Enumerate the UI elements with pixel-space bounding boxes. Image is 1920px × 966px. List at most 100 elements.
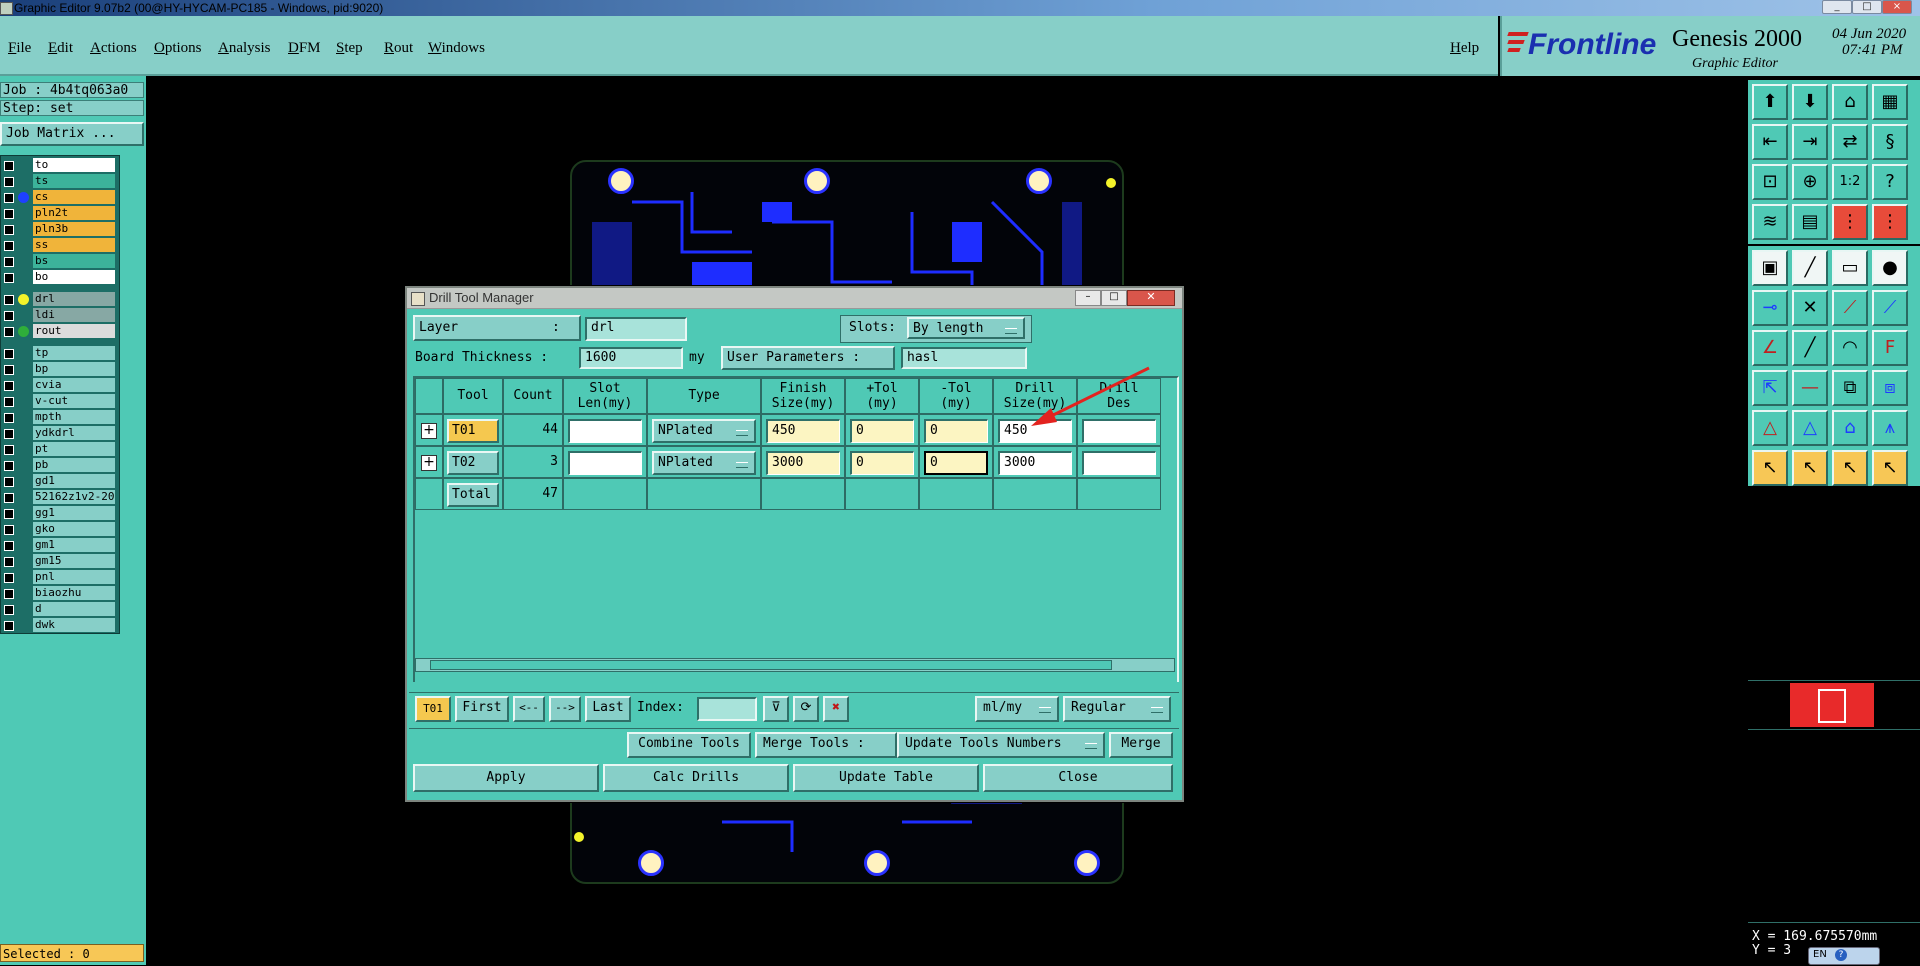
horizontal-scrollbar[interactable] [415, 658, 1175, 672]
expand-row-icon[interactable]: + [421, 423, 437, 439]
scale-1to2-icon[interactable]: 1:2 [1832, 164, 1868, 200]
layer-checkbox[interactable] [4, 273, 14, 283]
layer-row-52162z1v2-20[interactable]: 52162z1v2-20 [1, 490, 119, 505]
layer-checkbox[interactable] [4, 413, 14, 423]
layer-row-rout[interactable]: rout [1, 324, 119, 339]
draw-line-icon[interactable]: ╱ [1792, 250, 1828, 286]
update-tools-numbers-dropdown[interactable]: Update Tools Numbers [897, 732, 1105, 758]
layer-checkbox[interactable] [4, 381, 14, 391]
layer-row-gg1[interactable]: gg1 [1, 506, 119, 521]
snap-icon[interactable]: ⋮ [1832, 204, 1868, 240]
connect-icon[interactable]: ⊸ [1752, 290, 1788, 326]
record-icon[interactable]: ● [1872, 250, 1908, 286]
layer-row-pt[interactable]: pt [1, 442, 119, 457]
layer-row-ydkdrl[interactable]: ydkdrl [1, 426, 119, 441]
menu-actions[interactable]: Actions [90, 40, 137, 57]
calc-drills-button[interactable]: Calc Drills [603, 764, 789, 792]
layer-row-gm1[interactable]: gm1 [1, 538, 119, 553]
layer-row-pln2t[interactable]: pln2t [1, 206, 119, 221]
layers-icon[interactable]: ≋ [1752, 204, 1788, 240]
layer-row-bs[interactable]: bs [1, 254, 119, 269]
prev-button[interactable]: <-- [513, 696, 545, 722]
layer-checkbox[interactable] [4, 445, 14, 455]
slot-len-input[interactable] [568, 419, 642, 443]
layer-row-bo[interactable]: bo [1, 270, 119, 285]
finish-size-input[interactable]: 3000 [766, 451, 840, 475]
minimize-button[interactable]: _ [1822, 0, 1852, 14]
next-button[interactable]: --> [549, 696, 581, 722]
cross-icon[interactable]: ✕ [1792, 290, 1828, 326]
layer-checkbox[interactable] [4, 397, 14, 407]
layer-checkbox[interactable] [4, 557, 14, 567]
bridge-icon[interactable]: ⩚ [1872, 410, 1908, 446]
layer-row-v-cut[interactable]: v-cut [1, 394, 119, 409]
line-icon[interactable]: — [1792, 370, 1828, 406]
layer-row-gm15[interactable]: gm15 [1, 554, 119, 569]
layer-checkbox[interactable] [4, 605, 14, 615]
layer-row-biaozhu[interactable]: biaozhu [1, 586, 119, 601]
language-bar[interactable]: EN ? [1808, 947, 1880, 965]
grid-icon[interactable]: ▤ [1792, 204, 1828, 240]
menu-help[interactable]: Help [1450, 40, 1479, 57]
menu-dfm[interactable]: DFM [288, 40, 321, 57]
ime-help-icon[interactable]: ? [1835, 949, 1847, 961]
drill-des-input[interactable] [1082, 451, 1156, 475]
layer-row-drl[interactable]: drl [1, 292, 119, 307]
job-matrix-button[interactable]: Job Matrix ... [0, 122, 144, 146]
layer-row-ss[interactable]: ss [1, 238, 119, 253]
layer-checkbox[interactable] [4, 295, 14, 305]
user-parameters-button[interactable]: User Parameters : [721, 346, 895, 370]
expand-row-icon[interactable]: + [421, 455, 437, 471]
redraw-icon[interactable]: § [1872, 124, 1908, 160]
minus-tol-input[interactable]: 0 [924, 451, 988, 475]
slot-len-input[interactable] [568, 451, 642, 475]
layer-checkbox[interactable] [4, 365, 14, 375]
plus-tol-input[interactable]: 0 [850, 419, 914, 443]
layer-checkbox[interactable] [4, 589, 14, 599]
finish-size-input[interactable]: 450 [766, 419, 840, 443]
first-button[interactable]: First [455, 696, 509, 722]
layer-checkbox[interactable] [4, 225, 14, 235]
dialog-minimize-button[interactable]: – [1075, 290, 1101, 306]
menu-step[interactable]: Step [336, 40, 363, 57]
layer-checkbox[interactable] [4, 509, 14, 519]
menu-options[interactable]: Options [154, 40, 202, 57]
fit-icon[interactable]: ⊡ [1752, 164, 1788, 200]
menu-file[interactable]: File [8, 40, 31, 57]
units-dropdown[interactable]: ml/my [975, 696, 1059, 722]
index-input[interactable] [697, 697, 757, 721]
layer-checkbox[interactable] [4, 311, 14, 321]
layer-checkbox[interactable] [4, 493, 14, 503]
minus-tol-input[interactable]: 0 [924, 419, 988, 443]
array-icon[interactable]: ⧈ [1872, 370, 1908, 406]
pointer-icon[interactable]: ↖ [1752, 450, 1788, 486]
close-window-button[interactable]: × [1882, 0, 1912, 14]
triangle-icon[interactable]: △ [1752, 410, 1788, 446]
slots-dropdown[interactable]: By length [907, 317, 1025, 339]
delete-icon[interactable]: ✖ [823, 696, 849, 722]
layer-checkbox[interactable] [4, 349, 14, 359]
measure-icon[interactable]: ▭ [1832, 250, 1868, 286]
plus-tol-input[interactable]: 0 [850, 451, 914, 475]
update-table-button[interactable]: Update Table [793, 764, 979, 792]
layer-row-d[interactable]: d [1, 602, 119, 617]
layer-checkbox[interactable] [4, 257, 14, 267]
layer-checkbox[interactable] [4, 573, 14, 583]
zoom-home-icon[interactable]: ⬆ [1752, 84, 1788, 120]
mode-dropdown[interactable]: Regular [1063, 696, 1171, 722]
pan-left-icon[interactable]: ⇤ [1752, 124, 1788, 160]
layer-checkbox[interactable] [4, 621, 14, 631]
filter-icon[interactable]: ⊽ [763, 696, 789, 722]
angle-icon[interactable]: ∠ [1752, 330, 1788, 366]
dialog-maximize-button[interactable]: □ [1101, 290, 1127, 306]
zoom-out-icon[interactable]: ⬇ [1792, 84, 1828, 120]
refresh-icon[interactable]: ⟳ [793, 696, 819, 722]
tool-button-t01[interactable]: T01 [447, 419, 499, 443]
route-icon[interactable]: ⟋ [1872, 290, 1908, 326]
menu-analysis[interactable]: Analysis [218, 40, 271, 57]
menu-rout[interactable]: Rout [384, 40, 413, 57]
window-grid-icon[interactable]: ▦ [1872, 84, 1908, 120]
type-dropdown[interactable]: NPlated [652, 451, 756, 475]
layer-row-pnl[interactable]: pnl [1, 570, 119, 585]
layer-row-cvia[interactable]: cvia [1, 378, 119, 393]
